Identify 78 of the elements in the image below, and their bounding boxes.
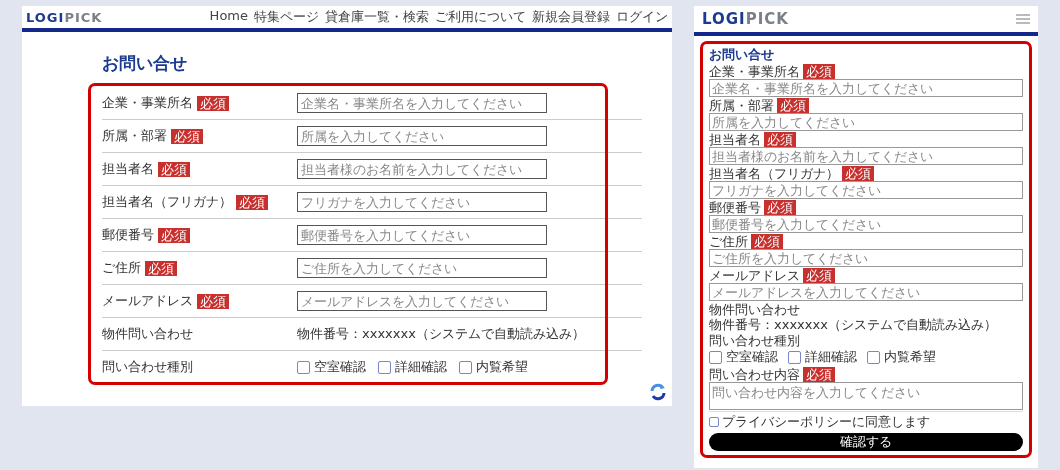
checkbox[interactable]	[459, 360, 472, 374]
required-badge: 必須	[197, 293, 229, 309]
required-badge: 必須	[236, 194, 268, 210]
checkbox-label: 詳細確認	[395, 358, 447, 376]
checkbox-label: 詳細確認	[805, 348, 857, 366]
required-badge: 必須	[803, 367, 835, 382]
field-label: 所属・部署	[102, 127, 167, 145]
nav-link[interactable]: 特集ページ	[254, 8, 319, 26]
input-field[interactable]: 郵便番号を入力してください	[709, 215, 1023, 233]
input-field[interactable]: 担当者様のお名前を入力してください	[297, 159, 547, 179]
checkbox[interactable]	[709, 350, 722, 364]
field-label: メールアドレス	[102, 292, 193, 310]
required-badge: 必須	[197, 95, 229, 111]
field-label: 郵便番号	[709, 200, 761, 215]
required-badge: 必須	[158, 161, 190, 177]
field-label: ご住所	[709, 234, 748, 249]
nav-link[interactable]: ログイン	[616, 8, 668, 26]
required-badge: 必須	[145, 260, 177, 276]
logo[interactable]: LOGIPICK	[702, 11, 789, 27]
field-label: 企業・事業所名	[709, 64, 800, 79]
checkbox-label: 内覧希望	[476, 358, 528, 376]
checkbox-label: プライバシーポリシーに同意します	[722, 413, 930, 431]
input-field[interactable]: ご住所を入力してください	[297, 258, 547, 278]
field-label: 担当者名（フリガナ）	[102, 193, 232, 211]
logo[interactable]: LOGI PICK	[26, 10, 103, 24]
field-label: 担当者名（フリガナ）	[709, 166, 839, 181]
property-number: 物件番号：xxxxxxx（システムで自動読み込み）	[709, 317, 998, 332]
checkbox[interactable]	[709, 417, 719, 427]
menu-icon[interactable]	[1016, 14, 1030, 24]
page-title: お問い合せ	[709, 47, 775, 63]
field-label: 郵便番号	[102, 226, 154, 244]
nav-link[interactable]: 貸倉庫一覧・検索	[325, 8, 429, 26]
input-field[interactable]: 郵便番号を入力してください	[297, 225, 547, 245]
field-label: 企業・事業所名	[102, 94, 193, 112]
input-field[interactable]: 所属を入力してください	[709, 113, 1023, 131]
nav-link[interactable]: ご利用について	[435, 8, 526, 26]
confirm-button[interactable]: 確認する	[709, 433, 1023, 451]
recaptcha-icon[interactable]	[648, 382, 668, 402]
checkbox-label: 空室確認	[726, 348, 778, 366]
required-badge: 必須	[158, 227, 190, 243]
checkbox[interactable]	[297, 360, 310, 374]
required-badge: 必須	[764, 200, 796, 215]
field-label: 担当者名	[102, 160, 154, 178]
input-field[interactable]: ご住所を入力してください	[709, 249, 1023, 267]
checkbox[interactable]	[867, 350, 880, 364]
field-label: 問い合わせ種別	[709, 333, 801, 348]
required-badge: 必須	[751, 234, 783, 249]
field-label: 所属・部署	[709, 98, 774, 113]
input-field[interactable]: 担当者様のお名前を入力してください	[709, 147, 1023, 165]
field-label: 担当者名	[709, 132, 761, 147]
input-field[interactable]: 企業名・事業所名を入力してください	[297, 93, 547, 113]
required-badge: 必須	[171, 128, 203, 144]
checkbox-label: 空室確認	[314, 358, 366, 376]
input-field[interactable]: フリガナを入力してください	[709, 181, 1023, 199]
input-field[interactable]: フリガナを入力してください	[297, 192, 547, 212]
message-field[interactable]: 問い合わせ内容を入力してください	[709, 382, 1023, 410]
nav-link[interactable]: 新規会員登録	[532, 8, 610, 26]
field-label: 物件問い合わせ	[709, 302, 801, 317]
required-badge: 必須	[803, 268, 835, 283]
field-label: 問い合わせ内容	[709, 367, 800, 382]
field-label: ご住所	[102, 259, 141, 277]
required-badge: 必須	[803, 64, 835, 79]
checkbox[interactable]	[788, 350, 801, 364]
required-badge: 必須	[764, 132, 796, 147]
property-number: 物件番号：xxxxxxx（システムで自動読み込み）	[297, 325, 585, 343]
required-badge: 必須	[842, 166, 874, 181]
page-title: お問い合せ	[102, 52, 188, 75]
input-field[interactable]: 企業名・事業所名を入力してください	[709, 79, 1023, 97]
input-field[interactable]: 所属を入力してください	[297, 126, 547, 146]
input-field[interactable]: メールアドレスを入力してください	[297, 291, 547, 311]
nav-link[interactable]: Home	[209, 8, 248, 26]
field-label: 問い合わせ種別	[102, 358, 193, 376]
checkbox[interactable]	[378, 360, 391, 374]
input-field[interactable]: メールアドレスを入力してください	[709, 283, 1023, 301]
field-label: 物件問い合わせ	[102, 325, 193, 343]
field-label: メールアドレス	[709, 268, 800, 283]
checkbox-label: 内覧希望	[884, 348, 936, 366]
required-badge: 必須	[777, 98, 809, 113]
